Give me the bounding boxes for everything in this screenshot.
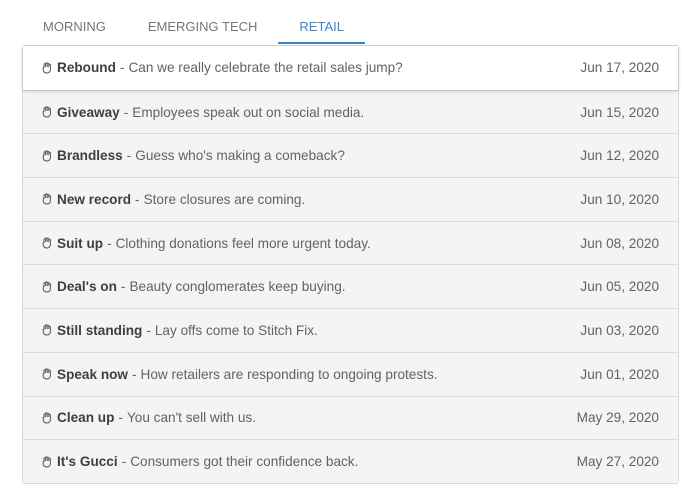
- list-item[interactable]: Brandless - Guess who's making a comebac…: [23, 133, 678, 177]
- item-description: Lay offs come to Stitch Fix.: [154, 322, 318, 338]
- item-separator: -: [107, 235, 112, 251]
- item-date: May 29, 2020: [576, 410, 659, 426]
- item-separator: -: [146, 322, 151, 338]
- item-title: Brandless: [57, 148, 123, 164]
- hand-icon: [42, 368, 51, 380]
- item-separator: -: [120, 279, 126, 295]
- list-item-left: Speak now - How retailers are responding…: [41, 367, 438, 382]
- item-date: Jun 03, 2020: [580, 322, 659, 338]
- list-item-left: It's Gucci - Consumers got their confide…: [41, 454, 358, 469]
- item-separator: -: [123, 104, 129, 120]
- item-title: Suit up: [57, 235, 104, 251]
- item-description: You can't sell with us.: [126, 410, 256, 426]
- item-description: Consumers got their confidence back.: [130, 454, 359, 470]
- item-separator: -: [118, 410, 123, 426]
- item-date: Jun 05, 2020: [580, 279, 659, 295]
- hand-icon: [42, 455, 51, 468]
- list-item-left: Suit up - Clothing donations feel more u…: [41, 236, 371, 251]
- item-description: Store closures are coming.: [143, 191, 306, 207]
- item-title: New record: [57, 191, 132, 207]
- item-date: Jun 08, 2020: [580, 235, 659, 251]
- tab-emerging-tech[interactable]: EMERGING TECH: [127, 0, 279, 44]
- list-item[interactable]: Clean up - You can't sell with us. May 2…: [23, 395, 678, 440]
- item-title: Giveaway: [57, 104, 120, 120]
- list-item[interactable]: Speak now - How retailers are responding…: [23, 351, 678, 396]
- item-description: Can we really celebrate the retail sales…: [128, 60, 403, 76]
- list-item-left: Rebound - Can we really celebrate the re…: [41, 60, 403, 75]
- hand-icon: [42, 237, 51, 249]
- list-item-left: Brandless - Guess who's making a comebac…: [41, 148, 345, 163]
- list-item[interactable]: Still standing - Lay offs come to Stitch…: [23, 308, 678, 352]
- list-item-left: New record - Store closures are coming.: [41, 192, 305, 207]
- tab-retail[interactable]: RETAIL: [278, 0, 365, 44]
- tab-morning[interactable]: MORNING: [22, 0, 127, 44]
- hand-icon: [42, 193, 51, 205]
- hand-icon: [42, 62, 51, 74]
- hand-icon: [42, 324, 51, 336]
- list-item[interactable]: Suit up - Clothing donations feel more u…: [23, 220, 678, 265]
- list-item[interactable]: It's Gucci - Consumers got their confide…: [23, 439, 678, 483]
- item-separator: -: [119, 60, 125, 76]
- item-separator: -: [132, 366, 137, 382]
- item-separator: -: [126, 148, 132, 164]
- list-item[interactable]: New record - Store closures are coming. …: [23, 177, 678, 221]
- item-description: Employees speak out on social media.: [132, 104, 365, 120]
- item-description: Beauty conglomerates keep buying.: [129, 279, 346, 295]
- tab-bar: MORNING EMERGING TECH RETAIL: [22, 0, 365, 44]
- item-separator: -: [135, 191, 140, 207]
- hand-icon: [42, 149, 51, 162]
- item-title: Speak now: [57, 366, 129, 382]
- item-date: May 27, 2020: [576, 454, 659, 470]
- item-title: Rebound: [57, 60, 116, 76]
- hand-icon: [42, 412, 51, 424]
- item-date: Jun 12, 2020: [580, 148, 659, 164]
- list-item-left: Still standing - Lay offs come to Stitch…: [41, 323, 318, 338]
- item-separator: -: [121, 454, 127, 470]
- list-item[interactable]: Deal's on - Beauty conglomerates keep bu…: [23, 264, 678, 308]
- hand-icon: [42, 280, 51, 293]
- list-item[interactable]: Rebound - Can we really celebrate the re…: [23, 46, 678, 90]
- item-description: Guess who's making a comeback?: [135, 148, 345, 164]
- item-date: Jun 01, 2020: [580, 366, 659, 382]
- item-date: Jun 10, 2020: [580, 191, 659, 207]
- item-description: Clothing donations feel more urgent toda…: [115, 235, 371, 251]
- list-item[interactable]: Giveaway - Employees speak out on social…: [23, 89, 678, 134]
- item-title: It's Gucci: [57, 454, 118, 470]
- hand-icon: [42, 106, 51, 118]
- item-date: Jun 15, 2020: [580, 104, 659, 120]
- item-date: Jun 17, 2020: [580, 60, 659, 76]
- item-title: Clean up: [57, 410, 115, 426]
- item-title: Still standing: [57, 322, 143, 338]
- newsletter-list: Rebound - Can we really celebrate the re…: [22, 45, 679, 484]
- list-item-left: Clean up - You can't sell with us.: [41, 410, 256, 425]
- list-item-left: Deal's on - Beauty conglomerates keep bu…: [41, 279, 346, 294]
- item-description: How retailers are responding to ongoing …: [140, 366, 438, 382]
- item-title: Deal's on: [57, 279, 117, 295]
- list-item-left: Giveaway - Employees speak out on social…: [41, 105, 364, 120]
